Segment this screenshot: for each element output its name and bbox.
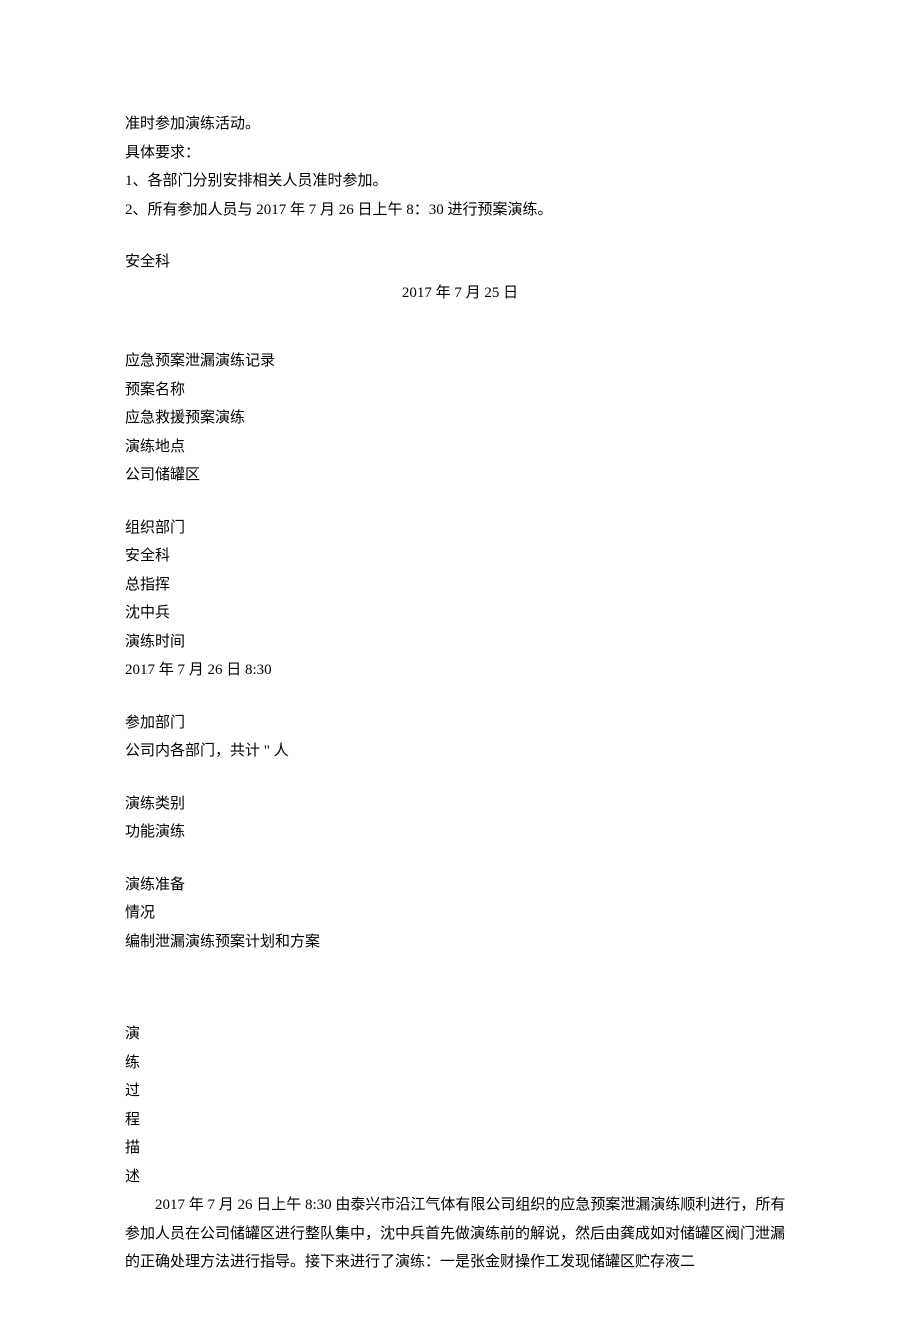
prep: 编制泄漏演练预案计划和方案 [125, 928, 795, 957]
process-label: 演 [125, 1020, 795, 1049]
location-label: 演练地点 [125, 433, 795, 462]
commander: 沈中兵 [125, 599, 795, 628]
prep-label: 演练准备 [125, 871, 795, 900]
process-text: 2017 年 7 月 26 日上午 8:30 由泰兴市沿江气体有限公司组织的应急… [125, 1191, 795, 1277]
process-label: 练 [125, 1049, 795, 1078]
process-label: 描 [125, 1134, 795, 1163]
notice-line: 准时参加演练活动。 [125, 110, 795, 139]
notice-line: 2、所有参加人员与 2017 年 7 月 26 日上午 8：30 进行预案演练。 [125, 196, 795, 225]
record-title: 应急预案泄漏演练记录 [125, 347, 795, 376]
participants: 公司内各部门，共计 " 人 [125, 737, 795, 766]
notice-line: 1、各部门分别安排相关人员准时参加。 [125, 167, 795, 196]
process-label: 过 [125, 1077, 795, 1106]
category: 功能演练 [125, 818, 795, 847]
plan-name-label: 预案名称 [125, 376, 795, 405]
commander-label: 总指挥 [125, 571, 795, 600]
time-label: 演练时间 [125, 628, 795, 657]
process-label: 述 [125, 1163, 795, 1192]
location: 公司储罐区 [125, 461, 795, 490]
notice-line: 具体要求： [125, 139, 795, 168]
document-page: 准时参加演练活动。 具体要求： 1、各部门分别安排相关人员准时参加。 2、所有参… [0, 0, 920, 1337]
org-dept-label: 组织部门 [125, 514, 795, 543]
org-dept: 安全科 [125, 542, 795, 571]
time: 2017 年 7 月 26 日 8:30 [125, 656, 795, 685]
plan-name: 应急救援预案演练 [125, 404, 795, 433]
participants-label: 参加部门 [125, 709, 795, 738]
notice-date: 2017 年 7 月 25 日 [125, 279, 795, 308]
category-label: 演练类别 [125, 790, 795, 819]
prep-label: 情况 [125, 899, 795, 928]
notice-dept: 安全科 [125, 248, 795, 277]
process-label: 程 [125, 1106, 795, 1135]
